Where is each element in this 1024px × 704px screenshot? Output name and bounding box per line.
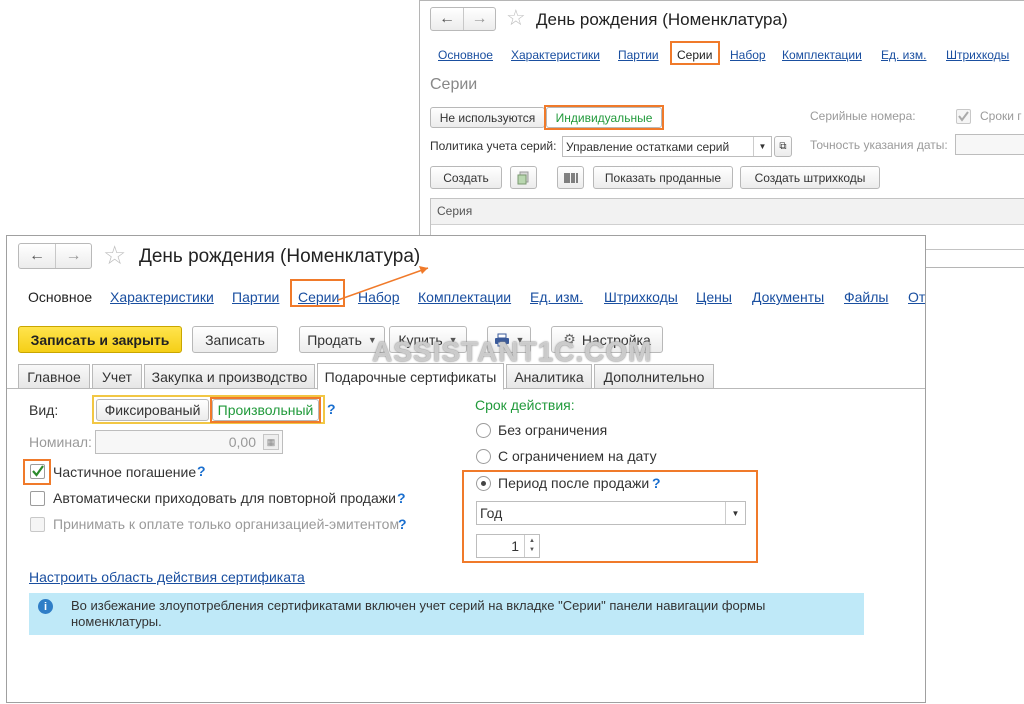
connector-arrow-icon bbox=[337, 266, 429, 301]
